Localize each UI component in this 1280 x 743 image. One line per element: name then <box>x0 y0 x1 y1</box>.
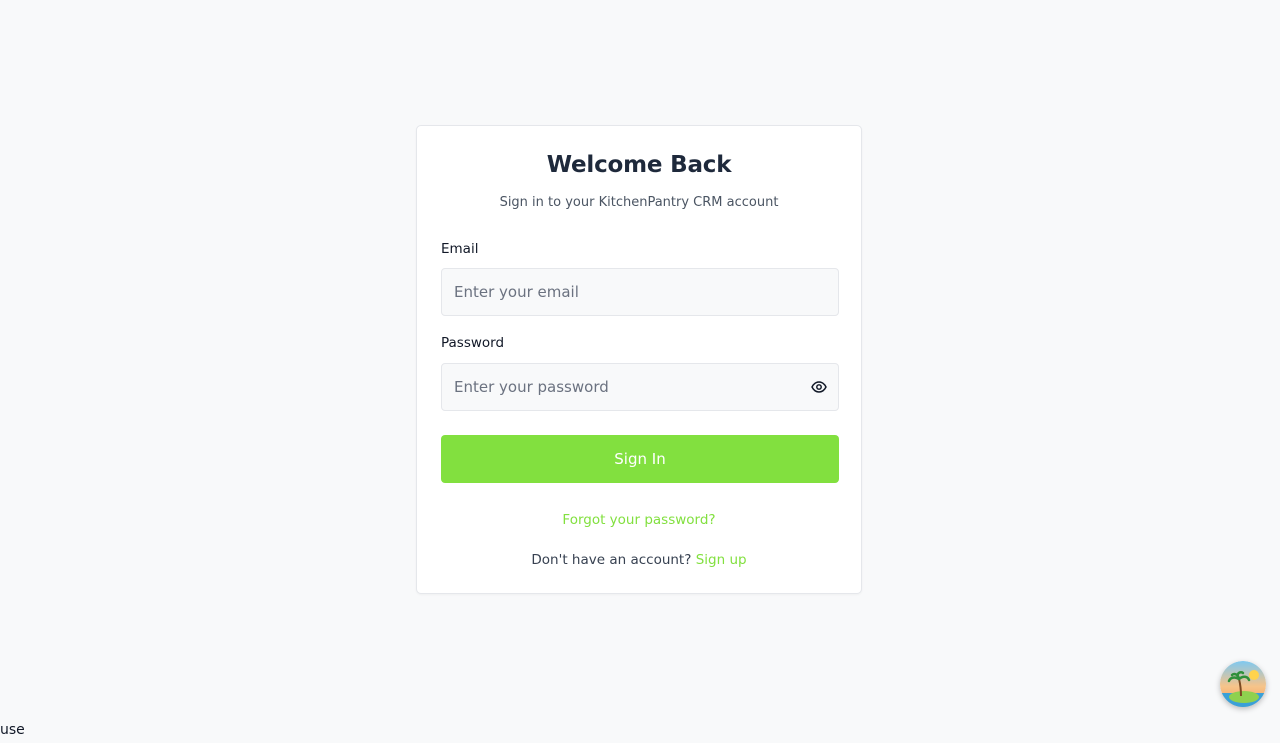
sign-up-link[interactable]: Sign up <box>696 552 747 568</box>
page-title: Welcome Back <box>546 152 732 178</box>
email-label: Email <box>441 241 479 257</box>
password-label: Password <box>441 335 505 351</box>
password-field-wrapper <box>441 363 839 411</box>
page-subtitle: Sign in to your KitchenPantry CRM accoun… <box>499 195 779 210</box>
password-field[interactable] <box>442 364 838 410</box>
email-field-wrapper <box>441 268 839 316</box>
eye-icon[interactable] <box>811 379 827 395</box>
forgot-password-link[interactable]: Forgot your password? <box>562 512 715 528</box>
signup-prompt: Don't have an account? <box>531 552 692 568</box>
corner-text: use <box>0 722 25 738</box>
signup-row: Don't have an account? Sign up <box>417 552 861 568</box>
palm-island-icon[interactable] <box>1220 661 1266 707</box>
forgot-password-row: Forgot your password? <box>417 512 861 528</box>
sign-in-button[interactable]: Sign In <box>441 435 839 483</box>
login-card: Welcome Back Sign in to your KitchenPant… <box>416 125 862 594</box>
email-field[interactable] <box>442 269 838 315</box>
